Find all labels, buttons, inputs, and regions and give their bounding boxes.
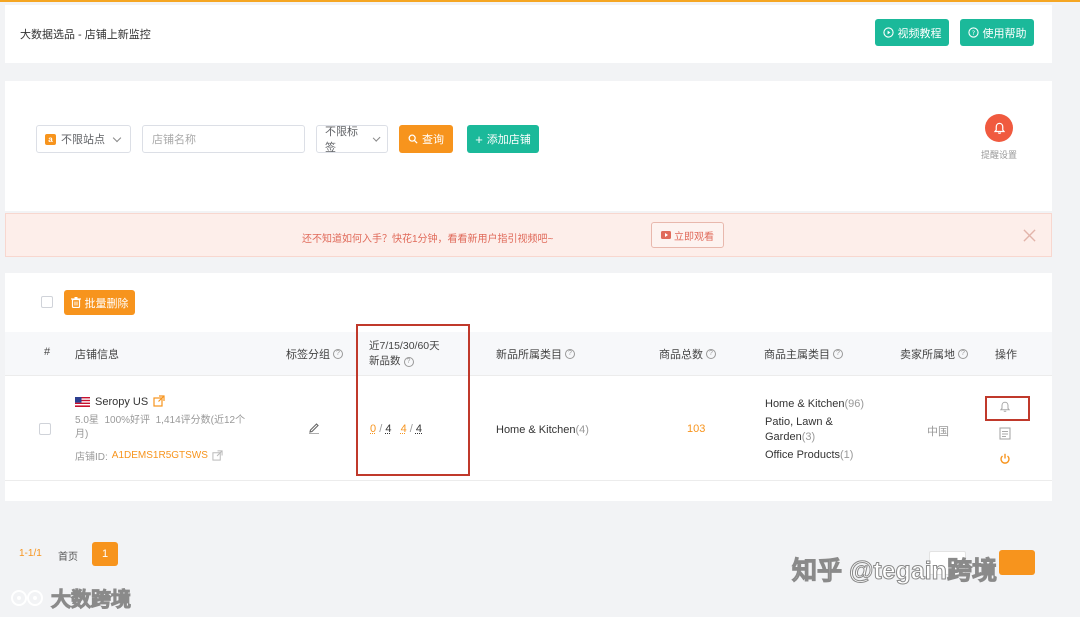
tag-select[interactable]: 不限标签: [316, 125, 388, 154]
shop-name-link[interactable]: Seropy US: [95, 396, 148, 408]
plus-icon: +: [475, 131, 483, 147]
watermark-logo-left: 大数跨境: [10, 583, 132, 612]
alert-settings-label: 提醒设置: [980, 150, 1017, 160]
main-category-name-cont: Garden: [765, 431, 802, 443]
shop-id-label: 店铺ID:: [75, 452, 108, 463]
us-flag-icon: [75, 397, 90, 407]
top-accent-line: [0, 0, 1080, 2]
document-icon[interactable]: [999, 427, 1011, 440]
pagination-current-label: 1: [101, 548, 109, 560]
help-icon[interactable]: ?: [333, 349, 343, 359]
guide-banner: 还不知道如何入手？快花1分钟，看看新用户指引视频吧~ 立即观看: [5, 213, 1052, 257]
highlight-alert-bell: [985, 396, 1030, 421]
col-main-category-label: 商品主属类目: [764, 349, 830, 361]
main-category-name: Patio, Lawn &: [765, 416, 833, 428]
amazon-icon: a: [45, 133, 56, 145]
watch-now-button[interactable]: 立即观看: [651, 222, 724, 248]
col-total-label: 商品总数: [659, 349, 703, 361]
watch-now-label: 立即观看: [674, 231, 714, 243]
site-select-value: 不限站点: [61, 134, 105, 146]
shop-reviews-cont: 月): [75, 429, 89, 440]
main-category-count: (96): [844, 398, 865, 410]
guide-banner-text: 还不知道如何入手？快花1分钟，看看新用户指引视频吧~: [302, 234, 554, 245]
shop-name-input[interactable]: 店铺名称: [142, 125, 305, 153]
shop-id: 店铺ID: A1DEMS1R5GTSWS: [75, 448, 223, 463]
tag-select-value: 不限标签: [325, 126, 358, 154]
search-button[interactable]: 查询: [399, 125, 453, 153]
main-category-name: Home & Kitchen: [765, 398, 845, 410]
col-main-category: 商品主属类目?: [764, 346, 843, 362]
bell-icon: [985, 114, 1013, 142]
help-label: 使用帮助: [982, 27, 1027, 40]
main-category-list: Home & Kitchen(96) Patio, Lawn & Garden(…: [765, 397, 864, 463]
main-category-name: Office Products: [765, 449, 840, 461]
help-icon[interactable]: ?: [706, 349, 716, 359]
add-shop-button[interactable]: + 添加店铺: [467, 125, 539, 153]
select-all-checkbox[interactable]: [41, 296, 53, 308]
shop-reviews: 1,414评分数(近12个: [155, 415, 246, 426]
video-tutorial-label: 视频教程: [897, 27, 942, 40]
edit-tag-icon[interactable]: [308, 422, 320, 434]
main-category-count: (1): [840, 449, 854, 461]
alert-settings-button[interactable]: 提醒设置: [975, 114, 1023, 164]
chevron-down-icon: [372, 133, 381, 142]
pagination-current-page[interactable]: 1: [92, 542, 118, 566]
shop-rating: 5.0星: [75, 415, 99, 426]
bulk-delete-button[interactable]: 批量删除: [64, 290, 135, 315]
col-seller-location-label: 卖家所属地: [900, 349, 955, 361]
breadcrumb: 大数据选品 - 店铺上新监控: [20, 29, 151, 41]
new-category: Home & Kitchen(4): [496, 424, 589, 436]
row-checkbox[interactable]: [39, 423, 51, 435]
col-shop-info: 店铺信息: [75, 349, 119, 361]
svg-text:?: ?: [971, 29, 974, 37]
shop-meta: 5.0星 100%好评 1,414评分数(近12个 月): [75, 414, 245, 442]
play-circle-icon: [882, 27, 894, 38]
power-icon[interactable]: [999, 453, 1011, 465]
pagination-go-button[interactable]: [999, 550, 1035, 575]
external-link-icon[interactable]: [153, 395, 165, 407]
site-select[interactable]: a 不限站点: [36, 125, 131, 153]
col-tag-group-label: 标签分组: [286, 349, 330, 361]
help-circle-icon: ?: [967, 27, 979, 38]
pagination-range: 1-1/1: [19, 548, 42, 559]
bulk-delete-label: 批量删除: [84, 297, 129, 310]
chevron-down-icon: [112, 133, 122, 142]
copy-link-icon[interactable]: [212, 450, 223, 461]
col-new-category-label: 新品所属类目: [496, 349, 562, 361]
new-category-name: Home & Kitchen: [496, 424, 576, 436]
trash-icon: [70, 297, 81, 308]
help-icon[interactable]: ?: [565, 349, 575, 359]
header-bar: 大数据选品 - 店铺上新监控 视频教程 ? 使用帮助: [5, 5, 1052, 63]
shop-name-placeholder: 店铺名称: [152, 134, 196, 146]
shop-positive: 100%好评: [104, 415, 151, 426]
seller-location: 中国: [927, 426, 949, 438]
close-icon[interactable]: [1023, 229, 1036, 242]
add-shop-label: 添加店铺: [486, 134, 531, 146]
highlight-new-count-column: [356, 324, 470, 476]
help-icon[interactable]: ?: [833, 349, 843, 359]
main-category-count: (3): [801, 431, 816, 443]
total-count[interactable]: 103: [687, 423, 705, 435]
watermark-right: 知乎 @tegain跨境: [792, 557, 998, 586]
brand-logo-icon: [11, 589, 43, 606]
new-category-count: (4): [575, 424, 589, 436]
col-tag-group: 标签分组?: [286, 346, 343, 362]
search-button-label: 查询: [422, 134, 444, 146]
col-actions: 操作: [995, 349, 1017, 361]
help-button[interactable]: ? 使用帮助: [960, 19, 1034, 46]
shop-id-value[interactable]: A1DEMS1R5GTSWS: [112, 450, 208, 461]
filter-panel: a 不限站点 店铺名称 不限标签 查询 + 添加店铺 提醒设置: [5, 81, 1052, 211]
help-icon[interactable]: ?: [958, 349, 968, 359]
pagination-first[interactable]: 首页: [58, 548, 78, 563]
col-seller-location: 卖家所属地?: [900, 346, 968, 362]
col-new-category: 新品所属类目?: [496, 346, 575, 362]
col-index: #: [44, 346, 51, 358]
col-total: 商品总数?: [659, 346, 716, 362]
watermark-left-text: 大数跨境: [51, 589, 132, 612]
search-icon: [408, 134, 418, 144]
video-tutorial-button[interactable]: 视频教程: [875, 19, 949, 46]
video-icon: [661, 231, 671, 239]
